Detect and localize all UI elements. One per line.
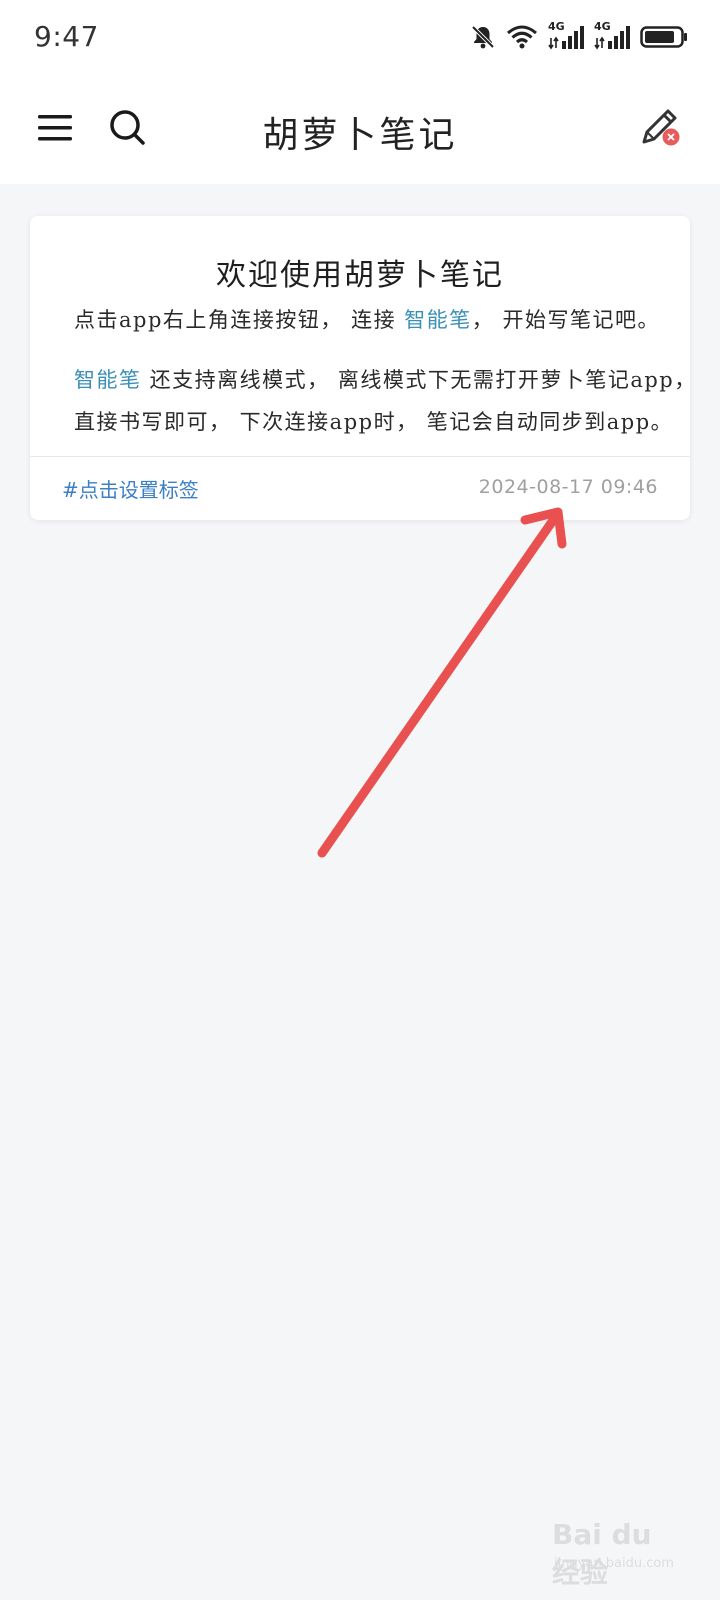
watermark-text: Bai du 经验 (552, 1518, 652, 1589)
card-divider (30, 456, 690, 457)
page-title: 胡萝卜笔记 (262, 115, 458, 156)
note-text: ， 开始写笔记吧。 (471, 308, 660, 332)
app-bar: 胡萝卜笔记 (0, 78, 720, 184)
connect-pen-button[interactable] (636, 104, 682, 150)
smart-pen-highlight: 智能笔 (404, 308, 472, 332)
watermark-logo: Bai du 经验 jingyan.baidu.com (540, 1510, 680, 1589)
note-card[interactable]: 欢迎使用胡萝卜笔记 点击app右上角连接按钮， 连接 智能笔， 开始写笔记吧。 … (30, 216, 695, 520)
wifi-icon (507, 25, 537, 49)
status-icons: 4G 4G (470, 20, 688, 52)
signal-4g-icon: 4G (548, 20, 584, 50)
battery-icon (640, 26, 687, 48)
status-bar: 9:47 4G 4G (0, 0, 720, 78)
set-tag-link[interactable]: #点击设置标签 (62, 474, 199, 503)
note-title: 欢迎使用胡萝卜笔记 (216, 258, 504, 293)
note-date: 2024-08-17 09:46 (478, 476, 658, 498)
note-text: 点击app右上角连接按钮， 连接 (74, 308, 405, 332)
note-text: 还支持离线模式， 离线模式下无需打开萝卜笔记app， (141, 368, 697, 392)
signal-4g-icon: 4G (594, 20, 630, 50)
status-time: 9:47 (34, 20, 99, 53)
smart-pen-highlight: 智能笔 (74, 368, 142, 392)
note-text-line: 点击app右上角连接按钮， 连接 智能笔， 开始写笔记吧。 (74, 304, 660, 334)
watermark-url: jingyan.baidu.com (554, 1556, 674, 1571)
note-text-line: 智能笔 还支持离线模式， 离线模式下无需打开萝卜笔记app， (74, 364, 695, 394)
bell-muted-icon (471, 25, 495, 49)
pen-disconnected-icon (642, 109, 680, 146)
note-text-line: 直接书写即可， 下次连接app时， 笔记会自动同步到app。 (74, 410, 674, 434)
